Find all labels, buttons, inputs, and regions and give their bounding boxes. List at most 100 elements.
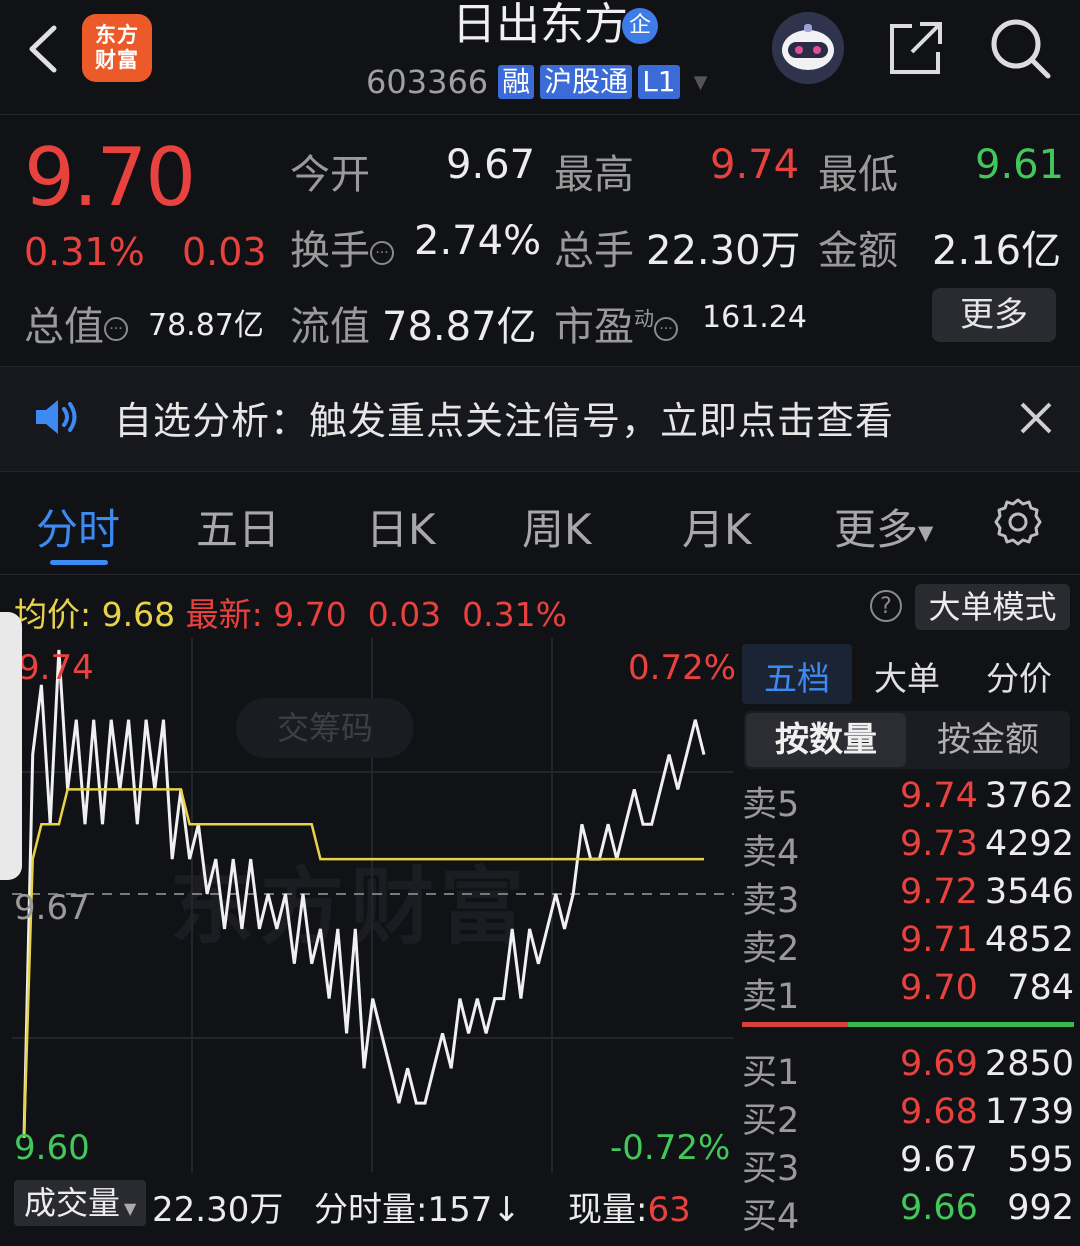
close-icon[interactable] (1014, 396, 1058, 440)
info-dots-icon[interactable]: ··· (654, 317, 678, 341)
ask-row[interactable]: 卖4 9.73 4292 (742, 824, 1076, 873)
help-icon[interactable]: ? (870, 590, 902, 622)
pe-label-text: 市盈 (554, 304, 634, 350)
ask-row[interactable]: 卖2 9.71 4852 (742, 920, 1076, 969)
y-max-label: 9.74 (18, 648, 94, 688)
tab-five-levels[interactable]: 五档 (764, 652, 830, 700)
ask-ratio-bar (742, 1022, 848, 1027)
tab-monthly-k[interactable]: 月K (682, 496, 752, 557)
pct-min-label: -0.72% (610, 1128, 731, 1168)
tab-five-day[interactable]: 五日 (196, 496, 280, 557)
last-price: 9.70 (24, 131, 196, 224)
ask-price: 9.74 (900, 776, 978, 816)
ask-row[interactable]: 卖1 9.70 784 (742, 968, 1076, 1017)
margin-tag: 融 (498, 65, 535, 99)
latest-value: 9.70 (273, 595, 347, 634)
bid-row[interactable]: 买3 9.67 595 (742, 1140, 1076, 1189)
ask-level-label: 卖3 (742, 881, 800, 921)
ask-volume: 784 (1007, 968, 1074, 1008)
share-icon[interactable] (886, 18, 946, 78)
turnover-value: 2.74% (414, 218, 542, 264)
back-chevron-icon[interactable] (22, 22, 66, 76)
app-logo[interactable]: 东方 财富 (82, 14, 152, 82)
latest-label: 最新: (185, 595, 263, 634)
tab-weekly-k[interactable]: 周K (522, 496, 592, 557)
bid-level-label: 买1 (742, 1053, 800, 1093)
chip-distribution-button[interactable]: 交筹码 (236, 698, 414, 758)
big-order-mode-button[interactable]: 大单模式 (915, 584, 1070, 630)
pct-max-label: 0.72% (628, 648, 737, 688)
bid-row[interactable]: 买1 9.69 2850 (742, 1044, 1076, 1093)
tab-more-label: 更多 (834, 505, 919, 554)
pe-label[interactable]: 市盈动 ··· (554, 294, 678, 352)
avg-value: 9.68 (101, 595, 176, 634)
caret-down-icon[interactable]: ▼ (694, 72, 708, 93)
speaker-icon (36, 400, 77, 434)
indicator-select-label: 成交量 (24, 1184, 121, 1222)
tab-price-breakdown[interactable]: 分价 (986, 652, 1052, 700)
change-value: 0.03 (182, 230, 267, 274)
tab-intraday[interactable]: 分时 (36, 496, 120, 557)
change-percent: 0.31% (24, 230, 145, 274)
mode-by-quantity[interactable]: 按数量 (746, 713, 906, 767)
turnover-label-text: 换手 (290, 228, 370, 274)
bid-volume: 595 (1007, 1140, 1074, 1180)
banner-text[interactable]: 自选分析：触发重点关注信号，立即点击查看 (114, 390, 894, 445)
y-mid-label: 9.67 (14, 888, 90, 928)
mktcap-label-text: 总值 (24, 304, 104, 350)
more-quote-button[interactable]: 更多 (932, 288, 1056, 342)
enterprise-badge: 企 (622, 8, 658, 44)
bid-price: 9.68 (900, 1092, 978, 1132)
stock-code-row[interactable]: 603366 融 沪股通 L1 ▼ (366, 62, 707, 102)
info-dots-icon[interactable]: ··· (104, 317, 128, 341)
indicator-select[interactable]: 成交量 ▼ (14, 1180, 146, 1226)
avg-series-line (22, 788, 704, 1139)
bid-price: 9.69 (900, 1044, 978, 1084)
ask-row[interactable]: 卖5 9.74 3762 (742, 776, 1076, 825)
bid-level-label: 买3 (742, 1149, 800, 1189)
mktcap-label[interactable]: 总值 ··· (24, 294, 128, 352)
bid-row[interactable]: 买2 9.68 1739 (742, 1092, 1076, 1141)
tab-more[interactable]: 更多▼ (834, 496, 933, 557)
mode-by-amount[interactable]: 按金额 (908, 713, 1068, 767)
bid-price: 9.66 (900, 1188, 978, 1228)
ask-level-label: 卖2 (742, 929, 800, 969)
info-dots-icon[interactable]: ··· (370, 241, 394, 265)
stock-code: 603366 (366, 63, 489, 101)
low-label: 最低 (818, 152, 898, 198)
minute-volume-text: 分时量:157 (314, 1190, 493, 1230)
active-tab-indicator (50, 560, 108, 565)
ask-price: 9.70 (900, 968, 978, 1008)
float-label: 流值 (290, 304, 370, 350)
gear-icon[interactable] (992, 496, 1044, 548)
ask-volume: 3762 (984, 776, 1074, 816)
bid-volume: 1739 (984, 1092, 1074, 1132)
mktcap-value: 78.87亿 (148, 308, 264, 343)
pe-dynamic-sup: 动 (634, 306, 654, 331)
ask-price: 9.72 (900, 872, 978, 912)
tab-daily-k[interactable]: 日K (366, 496, 436, 557)
side-drawer-handle[interactable] (0, 612, 22, 880)
robot-avatar-icon[interactable] (772, 12, 844, 84)
open-value: 9.67 (446, 142, 536, 188)
bid-level-label: 买2 (742, 1101, 800, 1141)
ask-level-label: 卖4 (742, 833, 800, 873)
tab-big-orders[interactable]: 大单 (874, 652, 940, 700)
level-tag: L1 (638, 65, 680, 99)
caret-down-icon: ▼ (124, 1199, 137, 1218)
bid-volume: 992 (1007, 1188, 1074, 1228)
ask-price: 9.73 (900, 824, 978, 864)
bid-row[interactable]: 买4 9.66 992 (742, 1188, 1076, 1237)
ask-price: 9.71 (900, 920, 978, 960)
latest-percent: 0.31% (462, 595, 568, 634)
bid-ratio-bar (848, 1022, 1074, 1027)
search-icon[interactable] (988, 16, 1052, 80)
high-label: 最高 (554, 152, 634, 198)
minute-volume: 分时量:157↓ (314, 1182, 521, 1231)
bid-price: 9.67 (900, 1140, 978, 1180)
bid-level-label: 买4 (742, 1197, 800, 1237)
ask-row[interactable]: 卖3 9.72 3546 (742, 872, 1076, 921)
turnover-label[interactable]: 换手 ··· (290, 218, 394, 276)
ask-level-label: 卖1 (742, 977, 800, 1017)
down-arrow-icon: ↓ (492, 1190, 521, 1230)
